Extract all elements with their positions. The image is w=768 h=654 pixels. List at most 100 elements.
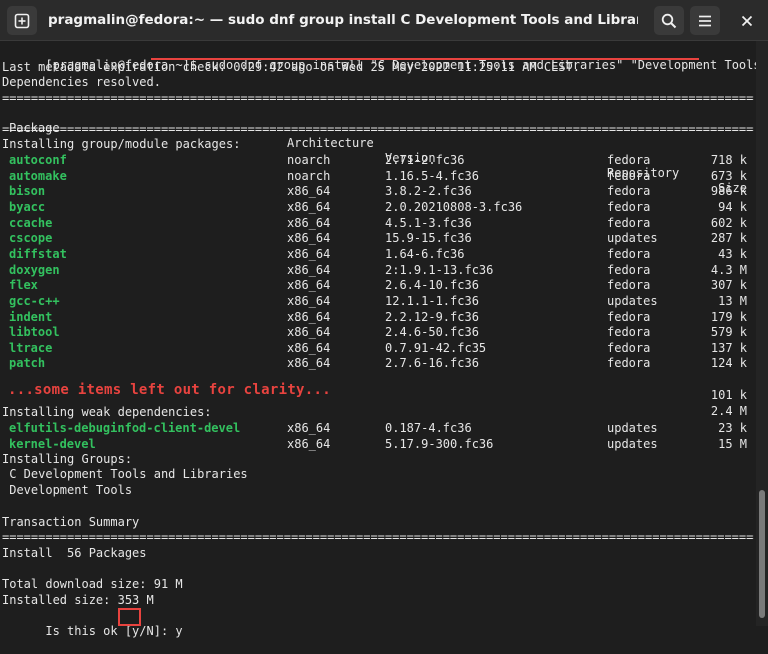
- close-button[interactable]: [732, 6, 762, 35]
- package-version: 2.2.12-9.fc36: [385, 309, 479, 324]
- separator-top: ========================================…: [2, 91, 754, 105]
- package-arch: x86_64: [287, 421, 331, 435]
- package-name: kernel-devel: [9, 436, 96, 451]
- package-arch: x86_64: [287, 325, 331, 340]
- package-size: 4.3 M: [710, 262, 747, 277]
- package-arch: x86_64: [287, 184, 331, 199]
- package-repo: fedora: [607, 153, 651, 167]
- table-row: automake noarch 1.16.5-4.fc36 fedora 673 k: [0, 169, 756, 184]
- package-name: ltrace: [9, 340, 53, 355]
- package-version: 5.17.9-300.fc36: [385, 436, 494, 451]
- scrollbar-thumb[interactable]: [759, 490, 765, 618]
- package-repo: fedora: [607, 309, 651, 324]
- confirm-prompt: Is this ok [y/N]:: [45, 624, 176, 638]
- package-name: bison: [9, 184, 46, 199]
- package-repo: fedora: [607, 184, 651, 199]
- confirm-answer[interactable]: y: [175, 624, 182, 638]
- package-repo: fedora: [607, 199, 651, 214]
- table-row: ltrace x86_64 0.7.91-42.fc35 fedora 137 k: [0, 341, 756, 356]
- confirm-answer-highlight-box: [118, 608, 141, 626]
- table-row: bison x86_64 3.8.2-2.fc36 fedora 986 k: [0, 184, 756, 199]
- package-repo: fedora: [607, 168, 651, 183]
- package-repo: fedora: [607, 356, 651, 371]
- table-row: gcc-c++ x86_64 12.1.1-1.fc36 updates 13 M: [0, 294, 756, 309]
- left-out-size-2: 2.4 M: [710, 404, 747, 418]
- window-title: pragmalin@fedora:~ — sudo dnf group inst…: [48, 12, 638, 28]
- package-size: 43 k: [718, 246, 747, 261]
- package-name: patch: [9, 356, 46, 371]
- installed-size-line: Installed size: 353 M: [2, 593, 154, 607]
- package-arch: x86_64: [287, 231, 331, 246]
- package-arch: x86_64: [287, 278, 331, 293]
- package-size: 986 k: [710, 184, 747, 199]
- search-button[interactable]: [654, 6, 684, 35]
- table-row: doxygen x86_64 2:1.9.1-13.fc36 fedora 4.3 M: [0, 263, 756, 278]
- table-row: elfutils-debuginfod-client-devel x86_64 0.…: [0, 421, 756, 436]
- menu-button[interactable]: [690, 6, 720, 35]
- package-version: 3.8.2-2.fc36: [385, 184, 472, 199]
- package-version: 2.7.6-16.fc36: [385, 356, 479, 371]
- package-arch: x86_64: [287, 356, 331, 371]
- hamburger-menu-icon: [699, 15, 711, 26]
- package-repo: updates: [607, 231, 658, 246]
- package-version: 1.64-6.fc36: [385, 246, 465, 261]
- package-repo: fedora: [607, 278, 651, 293]
- package-arch: x86_64: [287, 246, 331, 261]
- separator-header: ========================================…: [2, 122, 754, 136]
- package-version: 2.6.4-10.fc36: [385, 278, 479, 293]
- table-row: cscope x86_64 15.9-15.fc36 updates 287 k: [0, 231, 756, 246]
- package-name: cscope: [9, 231, 53, 246]
- table-row: autoconf noarch 2.71-2.fc36 fedora 718 k: [0, 153, 756, 168]
- package-size: 23 k: [718, 421, 747, 435]
- new-tab-icon: [14, 13, 30, 28]
- table-row: patch x86_64 2.7.6-16.fc36 fedora 124 k: [0, 356, 756, 371]
- package-arch: x86_64: [287, 340, 331, 355]
- package-version: 1.16.5-4.fc36: [385, 168, 479, 183]
- package-arch: x86_64: [287, 262, 331, 277]
- package-name: libtool: [9, 325, 60, 340]
- package-repo: fedora: [607, 215, 651, 230]
- confirm-line[interactable]: Is this ok [y/N]: y: [2, 609, 182, 638]
- package-repo: fedora: [607, 262, 651, 277]
- package-size: 179 k: [710, 309, 747, 324]
- package-repo: updates: [607, 293, 658, 308]
- section-group-packages: Installing group/module packages:: [2, 137, 241, 151]
- package-name: automake: [9, 168, 67, 183]
- package-arch: x86_64: [287, 199, 331, 214]
- package-size: 15 M: [718, 436, 747, 451]
- left-out-size-1: 101 k: [710, 388, 747, 402]
- section-weak-dependencies: Installing weak dependencies:: [2, 405, 212, 419]
- package-size: 579 k: [710, 325, 747, 340]
- group-item: Development Tools: [2, 483, 133, 497]
- package-version: 2.0.20210808-3.fc36: [385, 199, 523, 214]
- package-arch: x86_64: [287, 309, 331, 324]
- package-version: 2:1.9.1-13.fc36: [385, 262, 494, 277]
- package-size: 602 k: [710, 215, 747, 230]
- table-row: indent x86_64 2.2.12-9.fc36 fedora 179 k: [0, 310, 756, 325]
- package-name: byacc: [9, 199, 46, 214]
- package-name: diffstat: [9, 246, 67, 261]
- table-row: flex x86_64 2.6.4-10.fc36 fedora 307 k: [0, 278, 756, 293]
- package-size: 673 k: [710, 168, 747, 183]
- table-row: byacc x86_64 2.0.20210808-3.fc36 fedora 94 k: [0, 200, 756, 215]
- column-header-row: Package Architecture Version Repository …: [0, 106, 756, 195]
- package-size: 13 M: [718, 293, 747, 308]
- package-size: 307 k: [710, 278, 747, 293]
- package-version: 4.5.1-3.fc36: [385, 215, 472, 230]
- download-size-line: Total download size: 91 M: [2, 577, 183, 591]
- package-repo: fedora: [607, 246, 651, 261]
- package-version: 2.4.6-50.fc36: [385, 325, 479, 340]
- package-name: elfutils-debuginfod-client-devel: [9, 421, 241, 435]
- column-architecture: Architecture: [287, 136, 374, 150]
- package-arch: x86_64: [287, 215, 331, 230]
- package-version: 0.187-4.fc36: [385, 421, 472, 435]
- package-arch: noarch: [287, 153, 331, 167]
- package-version: 12.1.1-1.fc36: [385, 293, 479, 308]
- transaction-summary-title: Transaction Summary: [2, 515, 140, 529]
- new-tab-button[interactable]: [7, 6, 37, 35]
- package-size: 137 k: [710, 340, 747, 355]
- terminal-output[interactable]: [pragmalin@fedora ~]$ sudo dnf group ins…: [0, 41, 768, 638]
- package-name: flex: [9, 278, 38, 293]
- section-installing-groups: Installing Groups:: [2, 452, 133, 466]
- table-row: ccache x86_64 4.5.1-3.fc36 fedora 602 k: [0, 216, 756, 231]
